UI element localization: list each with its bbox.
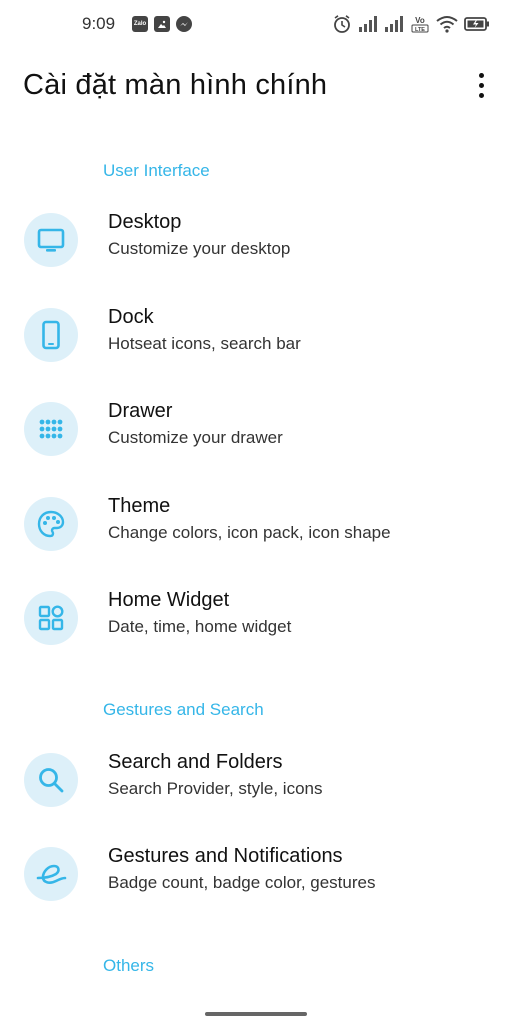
pref-summary: Hotseat icons, search bar	[108, 334, 301, 353]
app-header: Cài đặt màn hình chính	[0, 60, 512, 112]
pref-item-gestures-and-notifications[interactable]: Gestures and Notifications Badge count, …	[0, 827, 512, 921]
pref-item-theme[interactable]: Theme Change colors, icon pack, icon sha…	[0, 477, 512, 571]
messenger-icon	[176, 16, 192, 32]
svg-text:LTE: LTE	[415, 27, 425, 33]
pref-title: Home Widget	[108, 589, 230, 611]
pref-item-dock[interactable]: Dock Hotseat icons, search bar	[0, 288, 512, 382]
desktop-icon	[24, 213, 78, 267]
navigation-handle[interactable]	[205, 1012, 307, 1016]
widgets-icon	[24, 591, 78, 645]
pref-summary: Customize your drawer	[108, 428, 283, 447]
pref-summary: Search Provider, style, icons	[108, 779, 323, 798]
pref-summary: Date, time, home widget	[108, 617, 292, 636]
phone-icon	[24, 308, 78, 362]
volte-icon: Vo LTE	[411, 16, 429, 33]
pref-summary: Badge count, badge color, gestures	[108, 873, 376, 892]
page-title: Cài đặt màn hình chính	[23, 69, 328, 101]
gallery-icon	[154, 16, 170, 32]
pref-title: Search and Folders	[108, 751, 283, 773]
gesture-icon	[24, 847, 78, 901]
battery-charging-icon	[464, 17, 489, 31]
app-grid-icon	[24, 402, 78, 456]
pref-title: Desktop	[108, 211, 182, 233]
notification-icons: Zalo	[132, 16, 192, 32]
section-header-user-interface: User Interface	[103, 161, 210, 180]
signal-icon	[385, 16, 403, 32]
svg-text:Vo: Vo	[415, 16, 425, 25]
wifi-icon	[436, 16, 458, 33]
pref-title: Drawer	[108, 400, 173, 422]
pref-summary: Change colors, icon pack, icon shape	[108, 523, 391, 542]
pref-title: Gestures and Notifications	[108, 845, 343, 867]
pref-title: Theme	[108, 495, 171, 517]
pref-item-drawer[interactable]: Drawer Customize your drawer	[0, 382, 512, 476]
more-vertical-icon	[478, 72, 484, 78]
more-options-button[interactable]	[468, 68, 494, 102]
signal-icon	[359, 16, 377, 32]
pref-item-home-widget[interactable]: Home Widget Date, time, home widget	[0, 571, 512, 665]
pref-item-desktop[interactable]: Desktop Customize your desktop	[0, 193, 512, 287]
palette-icon	[24, 497, 78, 551]
pref-title: Dock	[108, 306, 154, 328]
system-icons: Vo LTE	[332, 13, 490, 35]
section-header-gestures-and-search: Gestures and Search	[103, 700, 264, 719]
pref-item-search-and-folders[interactable]: Search and Folders Search Provider, styl…	[0, 733, 512, 827]
status-time: 9:09	[82, 14, 116, 33]
section-header-others: Others	[103, 956, 155, 975]
status-bar: 9:09 Zalo Vo LTE	[0, 0, 512, 48]
alarm-icon	[334, 15, 350, 33]
search-icon	[24, 753, 78, 807]
zalo-icon: Zalo	[132, 16, 148, 32]
pref-summary: Customize your desktop	[108, 239, 291, 258]
